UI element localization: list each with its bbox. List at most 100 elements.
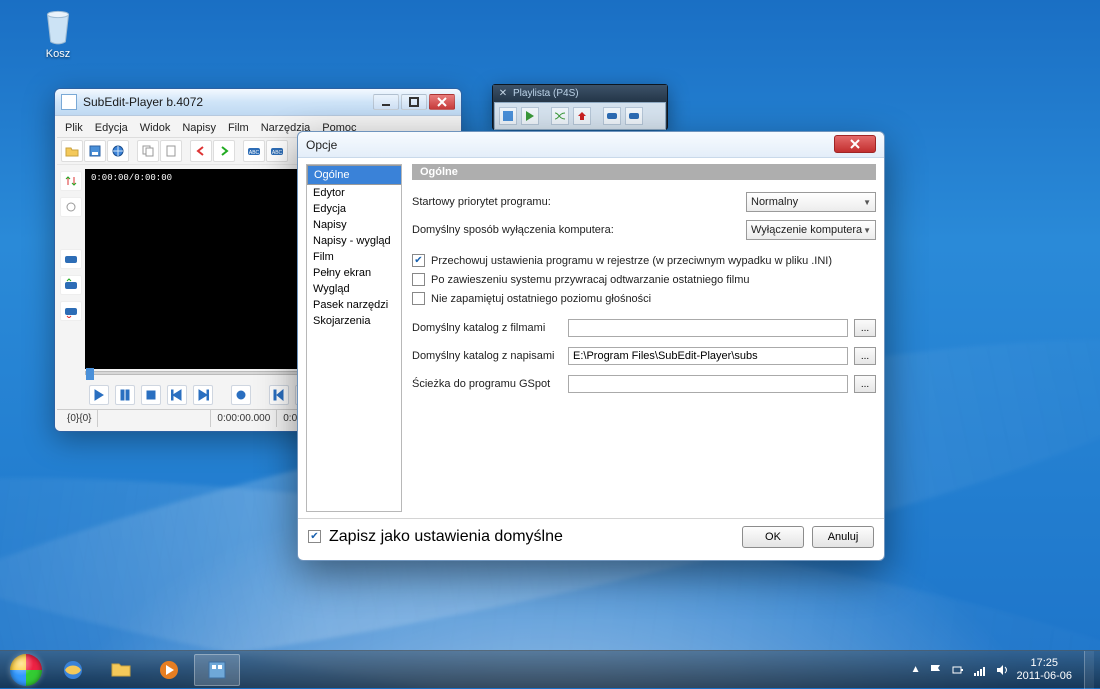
stop-button[interactable] [141,385,161,405]
chevron-down-icon: ▼ [863,226,871,235]
globe-icon[interactable] [107,140,129,162]
chevron-down-icon: ▼ [863,198,871,207]
save-icon[interactable] [84,140,106,162]
video-time-overlay: 0:00:00/0:00:00 [91,173,172,183]
cat-fullscreen[interactable]: Pełny ekran [307,265,401,281]
abc1-icon[interactable]: ABC [243,140,265,162]
start-button[interactable] [6,654,46,686]
chk-volume-label: Nie zapamiętuj ostatniego poziomu głośno… [431,293,651,305]
svg-text:ABC: ABC [249,150,260,156]
category-list[interactable]: Ogólne Edytor Edycja Napisy Napisy - wyg… [306,164,402,512]
abc-side3-icon[interactable] [60,301,82,321]
cat-edit[interactable]: Edycja [307,201,401,217]
cat-editor[interactable]: Edytor [307,185,401,201]
pl-save-icon[interactable] [499,107,517,125]
player-side-toolbar [57,165,85,371]
abc2-icon[interactable]: ABC [266,140,288,162]
close-button[interactable] [429,94,455,110]
show-desktop-button[interactable] [1084,651,1094,689]
cat-subs-look[interactable]: Napisy - wygląd [307,233,401,249]
minimize-button[interactable] [373,94,399,110]
abc-side2-icon[interactable] [60,275,82,295]
pl-abc2-icon[interactable] [625,107,643,125]
recycle-bin-label: Kosz [28,48,88,60]
prev-button[interactable] [269,385,289,405]
player-title: SubEdit-Player b.4072 [83,95,203,109]
record-button[interactable] [231,385,251,405]
dialog-titlebar[interactable]: Opcje [298,132,884,158]
swap-lr-icon[interactable] [60,197,82,217]
chk-volume[interactable] [412,292,425,305]
task-subedit[interactable] [194,654,240,686]
abc-side1-icon[interactable] [60,249,82,269]
dialog-title: Opcje [306,138,337,152]
play-button[interactable] [89,385,109,405]
pl-abc1-icon[interactable] [603,107,621,125]
flag-icon[interactable] [929,663,943,677]
chk-save-default-label: Zapisz jako ustawienia domyślne [329,528,563,546]
task-ie[interactable] [50,654,96,686]
cat-toolbar[interactable]: Pasek narzędzi [307,297,401,313]
copy-icon[interactable] [137,140,159,162]
path-subs-input[interactable] [568,347,848,365]
browse-gspot-button[interactable]: ... [854,375,876,393]
path-gspot-label: Ścieżka do programu GSpot [412,378,562,390]
path-gspot-input[interactable] [568,375,848,393]
browse-subs-button[interactable]: ... [854,347,876,365]
pl-play-icon[interactable] [521,107,539,125]
chk-save-default[interactable] [308,530,321,543]
playlist-close-icon[interactable]: ✕ [497,87,509,99]
ok-button[interactable]: OK [742,526,804,548]
panel-header: Ogólne [412,164,876,180]
system-tray: ▲ 17:25 2011-06-06 [911,657,1078,683]
pl-up-icon[interactable] [573,107,591,125]
priority-select[interactable]: Normalny▼ [746,192,876,212]
playlist-window[interactable]: ✕ Playlista (P4S) [492,84,668,130]
chk-resume[interactable] [412,273,425,286]
menu-file[interactable]: Plik [65,122,83,134]
task-explorer[interactable] [98,654,144,686]
step-fwd-button[interactable] [193,385,213,405]
cat-look[interactable]: Wygląd [307,281,401,297]
undo-icon[interactable] [190,140,212,162]
pause-button[interactable] [115,385,135,405]
menu-view[interactable]: Widok [140,122,171,134]
playlist-title-text: Playlista (P4S) [513,88,579,99]
dialog-close-button[interactable] [834,135,876,153]
paste-icon[interactable] [160,140,182,162]
browse-movies-button[interactable]: ... [854,319,876,337]
path-subs-label: Domyślny katalog z napisami [412,350,562,362]
open-icon[interactable] [61,140,83,162]
cat-subs[interactable]: Napisy [307,217,401,233]
clock-date: 2011-06-06 [1017,670,1072,683]
playlist-titlebar[interactable]: ✕ Playlista (P4S) [493,85,667,101]
menu-subs[interactable]: Napisy [182,122,216,134]
volume-icon[interactable] [995,663,1009,677]
cancel-button[interactable]: Anuluj [812,526,874,548]
task-wmp[interactable] [146,654,192,686]
taskbar: ▲ 17:25 2011-06-06 [0,650,1100,688]
player-titlebar[interactable]: SubEdit-Player b.4072 [55,89,461,115]
clock[interactable]: 17:25 2011-06-06 [1017,657,1072,683]
cat-film[interactable]: Film [307,249,401,265]
tray-arrow-icon[interactable]: ▲ [911,664,921,675]
network-icon[interactable] [973,663,987,677]
menu-edit[interactable]: Edycja [95,122,128,134]
cat-general[interactable]: Ogólne [307,165,402,185]
swap-ud-icon[interactable] [60,171,82,191]
chk-registry-label: Przechowuj ustawienia programu w rejestr… [431,255,832,267]
svg-text:ABC: ABC [272,150,283,156]
cat-assoc[interactable]: Skojarzenia [307,313,401,329]
options-dialog: Opcje Ogólne Edytor Edycja Napisy Napisy… [297,131,885,561]
chk-registry[interactable] [412,254,425,267]
redo-icon[interactable] [213,140,235,162]
maximize-button[interactable] [401,94,427,110]
power-icon[interactable] [951,663,965,677]
shutdown-select[interactable]: Wyłączenie komputera▼ [746,220,876,240]
path-movies-input[interactable] [568,319,848,337]
desktop-recycle-bin[interactable]: Kosz [28,4,88,60]
step-back-button[interactable] [167,385,187,405]
trash-icon [37,4,79,46]
menu-film[interactable]: Film [228,122,249,134]
pl-shuffle-icon[interactable] [551,107,569,125]
